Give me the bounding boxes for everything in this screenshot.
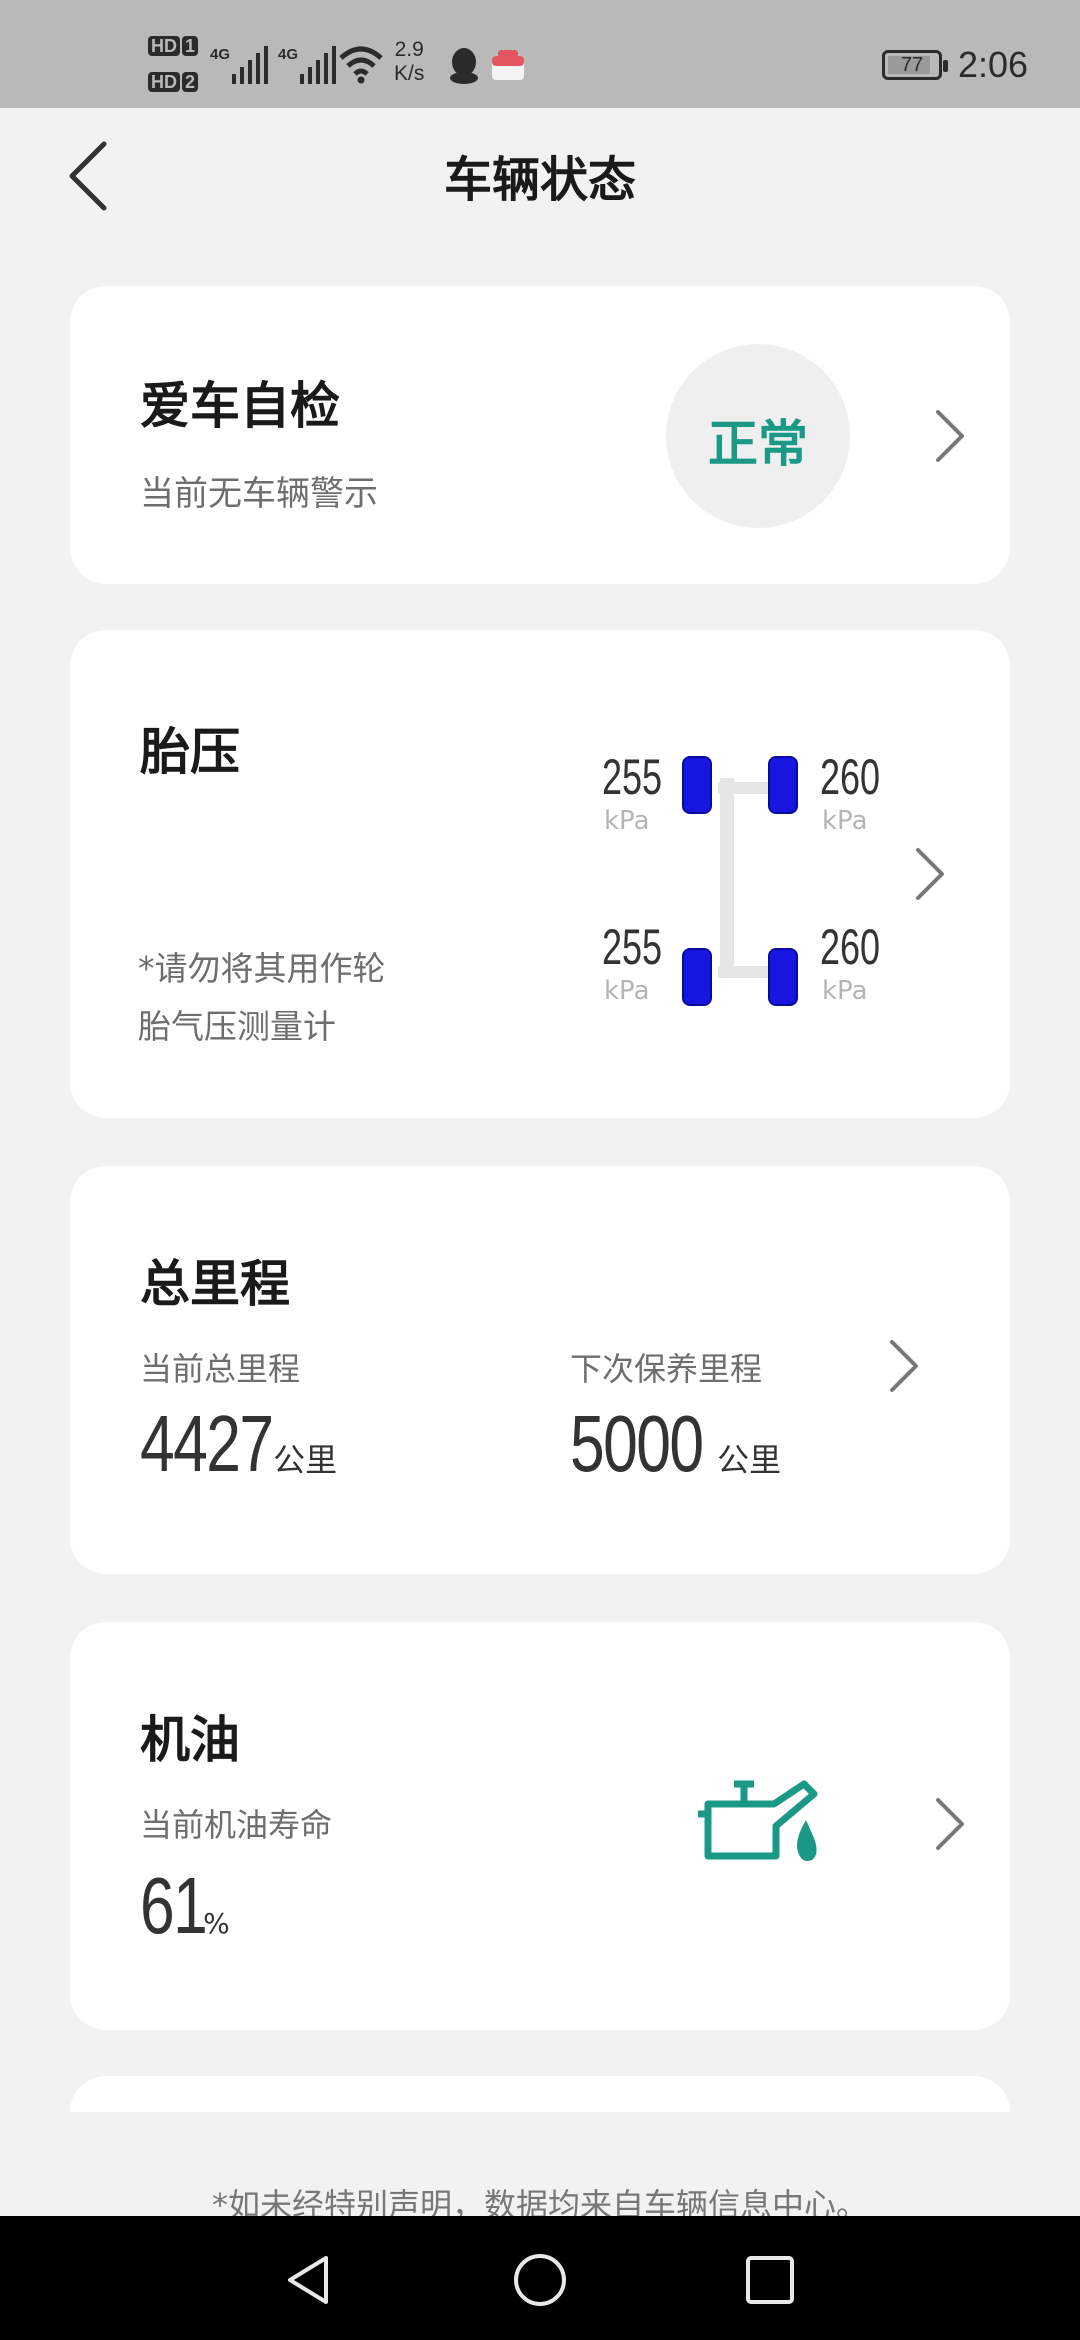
rear-right-unit: kPa <box>822 976 868 1006</box>
next-service-label: 下次保养里程 <box>570 1350 763 1388</box>
tire-front-left <box>682 756 712 814</box>
oil-can-icon <box>698 1780 818 1861</box>
rear-left-unit: kPa <box>604 976 650 1006</box>
oil-life-value: 61 <box>140 1861 208 1950</box>
nav-recents-icon[interactable] <box>744 2254 796 2306</box>
network-type-1: 4G <box>210 46 231 63</box>
current-mileage: 4427 公里 <box>140 1398 337 1490</box>
clock: 2:06 <box>958 44 1029 85</box>
nav-back-icon[interactable] <box>284 2254 334 2306</box>
self-check-subtitle: 当前无车辆警示 <box>140 474 378 514</box>
app-notification-icon <box>492 50 524 80</box>
mileage-card[interactable]: 总里程 当前总里程 4427 公里 下次保养里程 5000 公里 <box>70 1166 1010 1574</box>
tire-pressure-title: 胎压 <box>140 723 240 781</box>
hd1-indicator: HD 1 <box>148 36 199 57</box>
tire-pressure-card[interactable]: 胎压 *请勿将其用作轮 胎气压测量计 255 kPa 260 kPa 255 k… <box>70 630 1010 1118</box>
signal-icon <box>232 46 268 84</box>
chevron-right-icon <box>936 1798 964 1850</box>
status-text: 正常 <box>708 415 808 473</box>
next-service-mileage: 5000 公里 <box>570 1398 781 1490</box>
oil-card[interactable]: 机油 当前机油寿命 61 % <box>70 1622 1010 2030</box>
network-speed: 2.9 K/s <box>394 38 425 85</box>
chevron-right-icon <box>936 410 964 462</box>
front-right-pressure: 260 <box>820 749 881 805</box>
qq-icon <box>450 48 478 84</box>
oil-life-unit: % <box>203 1907 230 1940</box>
tire-rear-left <box>682 948 712 1006</box>
oil-title: 机油 <box>140 1711 240 1769</box>
mileage-title: 总里程 <box>140 1255 290 1313</box>
page-title: 车辆状态 <box>443 152 636 208</box>
tire-rear-right <box>768 948 798 1006</box>
oil-life: 61 % <box>140 1860 230 1952</box>
current-mileage-label: 当前总里程 <box>140 1350 301 1388</box>
wifi-icon <box>339 46 383 84</box>
signal-icon <box>300 46 336 84</box>
rear-left-pressure: 255 <box>602 919 663 975</box>
current-mileage-value: 4427 <box>140 1399 274 1488</box>
front-right-unit: kPa <box>822 806 868 836</box>
navigation-bar <box>0 2216 1080 2340</box>
axle-shaft <box>720 778 734 974</box>
next-service-unit: 公里 <box>717 1441 782 1479</box>
current-mileage-unit: 公里 <box>273 1441 338 1479</box>
chevron-right-icon <box>890 1340 918 1392</box>
chevron-right-icon <box>916 848 944 900</box>
oil-life-label: 当前机油寿命 <box>140 1806 333 1844</box>
front-left-pressure: 255 <box>602 749 663 805</box>
front-left-unit: kPa <box>604 806 650 836</box>
tire-front-right <box>768 756 798 814</box>
rear-right-pressure: 260 <box>820 919 881 975</box>
status-bar: HD 1 HD 2 4G 4G 2.9 K/s 77 2:06 <box>0 0 1080 108</box>
tire-note-line1: *请勿将其用作轮 <box>138 949 386 988</box>
hd2-indicator: HD 2 <box>148 72 199 93</box>
network-type-2: 4G <box>278 46 299 63</box>
self-check-title: 爱车自检 <box>140 377 340 435</box>
self-check-card[interactable]: 爱车自检 当前无车辆警示 正常 <box>70 286 1010 584</box>
battery-icon: 77 <box>882 50 948 80</box>
next-service-value: 5000 <box>570 1399 704 1488</box>
nav-home-icon[interactable] <box>512 2252 568 2308</box>
next-card-partial[interactable] <box>70 2076 1010 2112</box>
tire-note-line2: 胎气压测量计 <box>138 1007 336 1046</box>
